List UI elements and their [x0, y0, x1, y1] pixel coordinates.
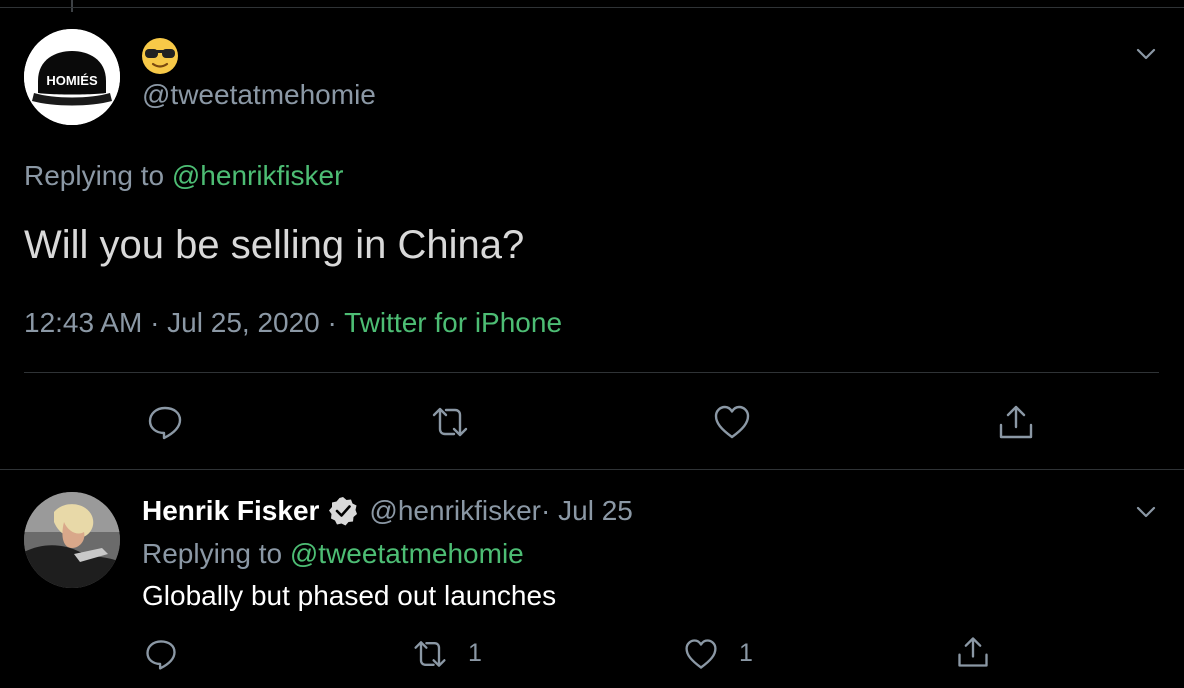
retweet-count: 1	[468, 639, 482, 667]
sunglasses-emoji-icon	[141, 37, 179, 75]
caret-down-icon[interactable]	[1132, 498, 1160, 526]
tweet-meta: 12:43 AM · Jul 25, 2020 · Twitter for iP…	[24, 307, 562, 339]
caret-down-icon[interactable]	[1132, 40, 1160, 68]
tweet-date[interactable]: · Jul 25	[541, 495, 633, 527]
replying-to-link[interactable]: @henrikfisker	[172, 160, 344, 191]
thread-line	[71, 0, 73, 12]
retweet-icon[interactable]	[412, 636, 448, 672]
replying-to: Replying to @tweetatmehomie	[142, 538, 524, 570]
like-count: 1	[739, 639, 753, 667]
like-icon[interactable]	[683, 636, 719, 672]
replying-to-link[interactable]: @tweetatmehomie	[290, 538, 524, 569]
retweet-icon[interactable]	[430, 402, 470, 442]
reply-header: Henrik Fisker @henrikfisker · Jul 25	[142, 495, 633, 527]
tweet-text: Globally but phased out launches	[142, 580, 557, 611]
divider	[0, 469, 1184, 470]
replying-prefix: Replying to	[142, 538, 290, 569]
author-handle[interactable]: @tweetatmehomie	[142, 79, 376, 111]
top-divider	[0, 7, 1184, 8]
share-icon[interactable]	[955, 634, 991, 670]
avatar[interactable]	[24, 492, 120, 588]
like-icon[interactable]	[712, 402, 752, 442]
verified-badge-icon	[327, 495, 359, 527]
tweet-source[interactable]: Twitter for iPhone	[344, 307, 562, 338]
tweet-timestamp[interactable]: 12:43 AM · Jul 25, 2020 ·	[24, 307, 344, 338]
avatar[interactable]: HOMIÉS	[24, 29, 120, 125]
reply-icon[interactable]	[143, 636, 179, 672]
replying-to: Replying to @henrikfisker	[24, 160, 343, 192]
tweet-text: Will you be selling in China?	[24, 223, 525, 267]
divider	[24, 372, 1159, 373]
author-handle[interactable]: @henrikfisker	[369, 495, 541, 527]
author-name[interactable]: Henrik Fisker	[142, 495, 319, 527]
avatar-cap-text: HOMIÉS	[46, 73, 98, 88]
replying-prefix: Replying to	[24, 160, 172, 191]
share-icon[interactable]	[996, 402, 1036, 442]
reply-icon[interactable]	[145, 402, 185, 442]
